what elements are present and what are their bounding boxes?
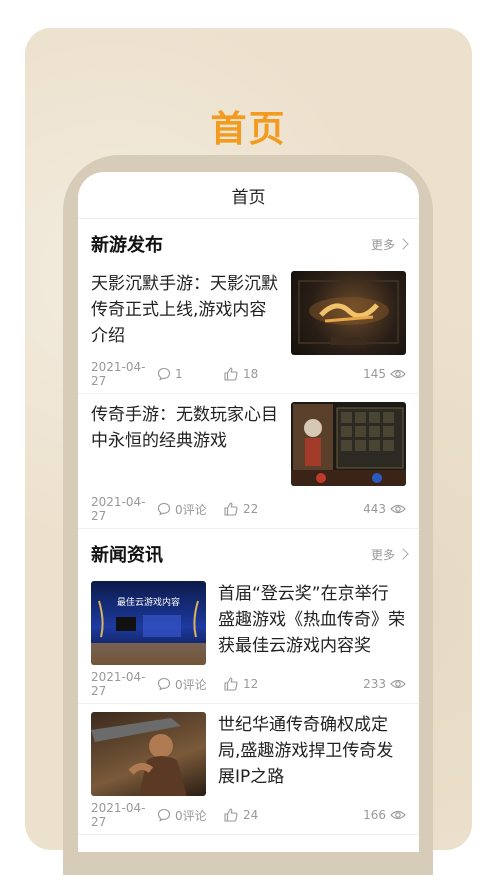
eye-icon [390, 369, 406, 379]
article-title[interactable]: 天影沉默手游：天影沉默传奇正式上线,游戏内容介绍 [91, 271, 279, 355]
thumbs-up-icon [224, 367, 238, 381]
article-item[interactable]: 最佳云游戏内容 首届“登云奖”在京举行 盛趣游戏《热血传奇》荣获最佳云游戏内容奖… [78, 579, 419, 704]
inventory-image [291, 404, 406, 486]
eye-icon [390, 810, 406, 820]
article-meta: 2021-04-27 1 18 145 [91, 355, 406, 393]
chevron-right-icon [397, 548, 409, 560]
thumbs-up-icon [224, 502, 238, 516]
article-meta: 2021-04-27 0评论 12 233 [91, 665, 406, 703]
section-title: 新游发布 [91, 235, 163, 256]
nav-bar: 首页 [78, 172, 419, 219]
date-text: 2021-04-27 [91, 360, 146, 388]
section-header-news: 新闻资讯 更多 [78, 529, 419, 579]
game-inventory-thumbnail[interactable] [291, 402, 406, 486]
section-header-new-games: 新游发布 更多 [78, 219, 419, 269]
thumbs-up-icon [224, 808, 238, 822]
comment-count[interactable]: 0评论 [157, 807, 223, 824]
like-count[interactable]: 24 [223, 807, 363, 823]
eye-icon [390, 504, 406, 514]
award-stage-thumbnail[interactable]: 最佳云游戏内容 [91, 581, 206, 665]
article-title[interactable]: 传奇手游：无数玩家心目中永恒的经典游戏 [91, 402, 279, 486]
page-title: 首页 [231, 187, 266, 208]
article-item[interactable]: 世纪华通传奇确权成定局,盛趣游戏捍卫传奇发展IP之路 2021-04-27 0评… [78, 704, 419, 835]
warrior-thumbnail[interactable] [91, 712, 206, 796]
comment-icon [157, 808, 171, 822]
view-count: 233 [363, 677, 406, 691]
comment-count[interactable]: 0评论 [157, 676, 223, 693]
like-count[interactable]: 18 [223, 366, 363, 382]
comment-icon [157, 677, 171, 691]
comment-icon [157, 502, 171, 516]
thumbs-up-icon [224, 677, 238, 691]
hero-title: 首页 [210, 109, 287, 150]
article-title[interactable]: 世纪华通传奇确权成定局,盛趣游戏捍卫传奇发展IP之路 [218, 712, 406, 796]
view-count: 145 [363, 367, 406, 381]
more-link[interactable]: 更多 [371, 546, 409, 563]
view-count: 166 [363, 808, 406, 822]
date-text: 2021-04-27 [91, 495, 146, 523]
date-text: 2021-04-27 [91, 670, 146, 698]
chevron-right-icon [397, 238, 409, 250]
article-item[interactable]: 传奇手游：无数玩家心目中永恒的经典游戏 2021-04-27 0评论 22 44… [78, 394, 419, 529]
game-logo-thumbnail[interactable] [291, 271, 406, 355]
article-meta: 2021-04-27 0评论 24 166 [91, 796, 406, 834]
article-item[interactable]: 天影沉默手游：天影沉默传奇正式上线,游戏内容介绍 2021-04-27 1 18… [78, 269, 419, 394]
comment-count[interactable]: 0评论 [157, 501, 223, 518]
view-count: 443 [363, 502, 406, 516]
more-link[interactable]: 更多 [371, 236, 409, 253]
stage-image [91, 600, 206, 665]
section-title: 新闻资讯 [91, 545, 163, 566]
game-logo-image [298, 280, 399, 345]
date-text: 2021-04-27 [91, 801, 146, 829]
article-title[interactable]: 首届“登云奖”在京举行 盛趣游戏《热血传奇》荣获最佳云游戏内容奖 [218, 581, 406, 665]
like-count[interactable]: 12 [223, 676, 363, 692]
like-count[interactable]: 22 [223, 501, 363, 517]
phone-screen: 首页 新游发布 更多 天影沉默手游：天影沉默传奇正式上线,游戏内容介绍 2021… [78, 172, 419, 852]
comment-count[interactable]: 1 [157, 367, 223, 381]
comment-icon [157, 367, 171, 381]
warrior-image [91, 718, 187, 796]
article-meta: 2021-04-27 0评论 22 443 [91, 490, 406, 528]
eye-icon [390, 679, 406, 689]
